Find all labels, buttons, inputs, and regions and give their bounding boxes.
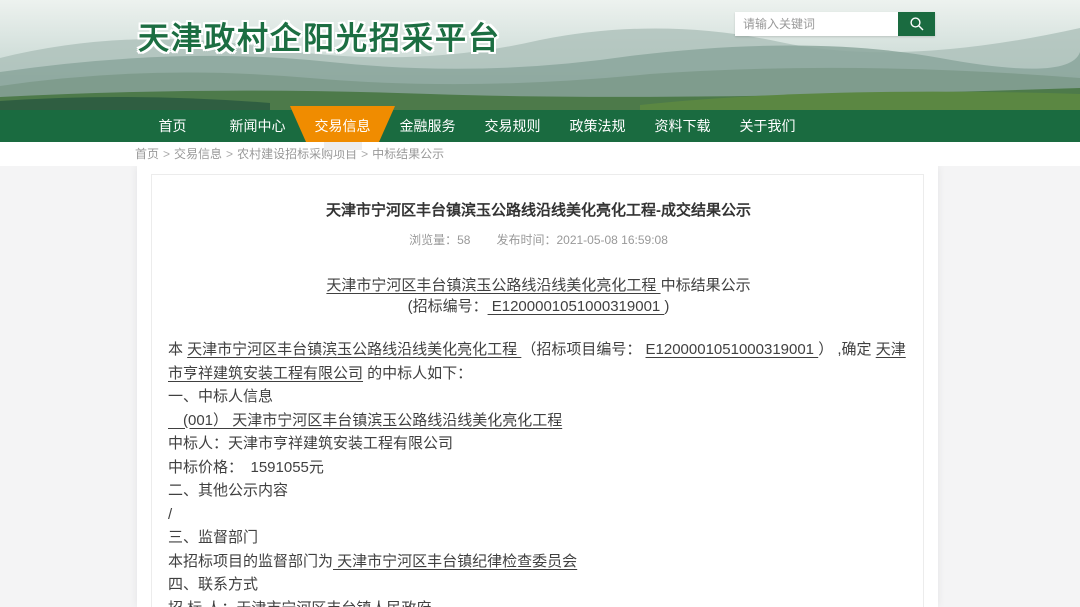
page: 天津政村企阳光招采平台 首页新闻中心交易信息金融服务交易规则政策法规资料下载关于… <box>0 0 1080 607</box>
nav-item-label: 关于我们 <box>740 118 796 134</box>
plain-text: 中标结果公示 <box>661 277 751 294</box>
plain-text: （招标项目编号： <box>521 341 645 358</box>
underlined-text: 天津市宁河区丰台镇纪律检查委员会 <box>333 553 577 570</box>
nav-item[interactable]: 首页 <box>130 110 215 142</box>
article-line: 招 标 人：天津市宁河区丰台镇人民政府 <box>168 597 909 607</box>
plain-text: 中标价格： 1591055元 <box>168 459 324 476</box>
nav-item-label: 金融服务 <box>400 118 456 134</box>
nav-item[interactable]: 关于我们 <box>725 110 810 142</box>
breadcrumb-trail: 首页>交易信息>农村建设招标采购项目>中标结果公示 <box>135 147 444 161</box>
main-area: 天津市宁河区丰台镇滨玉公路线沿线美化亮化工程-成交结果公示 浏览量：58 发布时间… <box>0 166 1080 607</box>
nav-item[interactable]: 交易规则 <box>470 110 555 142</box>
underlined-text: E1200001051000319001 <box>488 298 665 315</box>
nav-item-label: 资料下载 <box>655 118 711 134</box>
nav-item[interactable]: 新闻中心 <box>215 110 300 142</box>
article-title: 天津市宁河区丰台镇滨玉公路线沿线美化亮化工程-成交结果公示 <box>168 199 909 220</box>
underlined-text: 天津市宁河区丰台镇滨玉公路线沿线美化亮化工程 <box>187 341 521 358</box>
plain-text: 招 标 人：天津市宁河区丰台镇人民政府 <box>168 600 431 607</box>
plain-text: ) <box>664 298 669 315</box>
content-card: 天津市宁河区丰台镇滨玉公路线沿线美化亮化工程-成交结果公示 浏览量：58 发布时间… <box>137 166 938 607</box>
breadcrumb-separator: > <box>226 147 233 161</box>
nav-item[interactable]: 金融服务 <box>385 110 470 142</box>
plain-text: 本 <box>168 341 187 358</box>
plain-text: 二、其他公示内容 <box>168 482 288 499</box>
site-header: 天津政村企阳光招采平台 <box>0 0 1080 110</box>
article-line: 三、监督部门 <box>168 526 909 550</box>
search-input[interactable] <box>735 12 898 36</box>
publish-label: 发布时间： <box>496 233 556 247</box>
plain-text: 中标人：天津市亨祥建筑安装工程有限公司 <box>168 435 453 452</box>
plain-text: (招标编号： <box>408 298 488 315</box>
article-box: 天津市宁河区丰台镇滨玉公路线沿线美化亮化工程-成交结果公示 浏览量：58 发布时间… <box>151 174 924 607</box>
plain-text: ） ,确定 <box>818 341 876 358</box>
nav-item-label: 首页 <box>159 118 187 134</box>
views-label: 浏览量： <box>409 233 457 247</box>
nav-item-label: 新闻中心 <box>230 118 286 134</box>
underlined-text: E1200001051000319001 <box>646 341 819 358</box>
views-count: 58 <box>457 233 470 247</box>
nav-item-label: 交易信息 <box>315 118 371 134</box>
plain-text: 的中标人如下： <box>363 365 472 382</box>
article-line: 本招标项目的监督部门为 天津市宁河区丰台镇纪律检查委员会 <box>168 550 909 574</box>
breadcrumb-separator: > <box>163 147 170 161</box>
nav-list: 首页 新闻中心 交易信息 金融服务 交易规则 政策法规 资料下载 关于我们 <box>0 110 1080 142</box>
breadcrumb-link[interactable]: 中标结果公示 <box>372 147 444 161</box>
underlined-text: 天津市宁河区丰台镇滨玉公路线沿线美化亮化工程 <box>326 277 660 294</box>
article-line: / <box>168 503 909 527</box>
article-line: 一、中标人信息 <box>168 385 909 409</box>
article-line: 四、联系方式 <box>168 573 909 597</box>
plain-text: / <box>168 506 172 523</box>
breadcrumb-link[interactable]: 交易信息 <box>174 147 222 161</box>
nav-item[interactable]: 资料下载 <box>640 110 725 142</box>
article-line: 中标价格： 1591055元 <box>168 456 909 480</box>
plain-text: 三、监督部门 <box>168 529 258 546</box>
search-icon <box>909 16 925 32</box>
breadcrumb-link[interactable]: 首页 <box>135 147 159 161</box>
article-body: 本 天津市宁河区丰台镇滨玉公路线沿线美化亮化工程 （招标项目编号： E12000… <box>168 338 909 607</box>
article-line: 中标人：天津市亨祥建筑安装工程有限公司 <box>168 432 909 456</box>
plain-text: 本招标项目的监督部门为 <box>168 553 333 570</box>
bid-number-line: (招标编号： E1200001051000319001 ) <box>168 296 909 317</box>
search-button[interactable] <box>898 12 935 36</box>
article-line: 二、其他公示内容 <box>168 479 909 503</box>
result-heading: 天津市宁河区丰台镇滨玉公路线沿线美化亮化工程 中标结果公示 <box>168 275 909 296</box>
plain-text: 一、中标人信息 <box>168 388 273 405</box>
article-line: (001） 天津市宁河区丰台镇滨玉公路线沿线美化亮化工程 <box>168 409 909 433</box>
nav-item-label: 交易规则 <box>485 118 541 134</box>
site-title: 天津政村企阳光招采平台 <box>138 13 501 58</box>
nav-item[interactable]: 政策法规 <box>555 110 640 142</box>
article-meta: 浏览量：58 发布时间：2021-05-08 16:59:08 <box>168 231 909 248</box>
nav-item-active[interactable]: 交易信息 <box>300 110 385 142</box>
nav-item-label: 政策法规 <box>570 118 626 134</box>
article-line: 本 天津市宁河区丰台镇滨玉公路线沿线美化亮化工程 （招标项目编号： E12000… <box>168 338 909 385</box>
main-nav: 首页 新闻中心 交易信息 金融服务 交易规则 政策法规 资料下载 关于我们 <box>0 110 1080 142</box>
breadcrumb-separator: > <box>361 147 368 161</box>
plain-text: 四、联系方式 <box>168 576 258 593</box>
underlined-text: (001） 天津市宁河区丰台镇滨玉公路线沿线美化亮化工程 <box>168 412 562 429</box>
publish-time: 2021-05-08 16:59:08 <box>556 233 667 247</box>
breadcrumb: 首页>交易信息>农村建设招标采购项目>中标结果公示 <box>0 142 1080 166</box>
search-bar <box>735 12 935 36</box>
